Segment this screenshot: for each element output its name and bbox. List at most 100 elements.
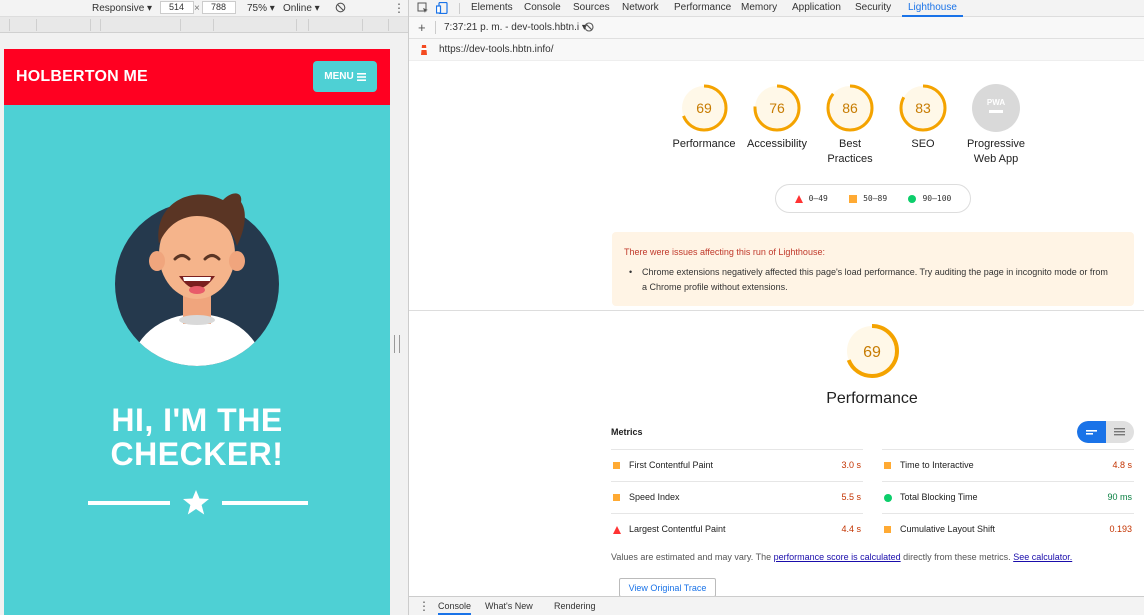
legend-fail: 0–49 <box>794 194 828 203</box>
menu-button[interactable]: MENU <box>313 61 377 92</box>
average-square-icon <box>613 494 620 501</box>
rotate-icon[interactable] <box>335 2 346 16</box>
average-square-icon <box>613 462 620 469</box>
metric-value: 5.5 s <box>841 492 861 502</box>
score-calculated-link[interactable]: performance score is calculated <box>774 552 901 562</box>
new-report-icon[interactable]: + <box>418 20 426 35</box>
performance-score-value: 69 <box>863 344 881 361</box>
clear-icon[interactable] <box>584 22 594 35</box>
metric-row: Cumulative Layout Shift 0.193 <box>882 513 1134 545</box>
inspect-element-icon[interactable] <box>417 2 429 17</box>
metrics-note: Values are estimated and may vary. The p… <box>611 552 1072 562</box>
site-header: HOLBERTON ME MENU <box>4 49 390 105</box>
score-gauge-performance[interactable]: 69 Performance <box>664 83 744 152</box>
drawer-tab-whats-new[interactable]: What's New <box>485 601 533 611</box>
more-options-icon[interactable]: ⋮ <box>393 1 405 15</box>
drawer-tabbar: ⋮ Console What's New Rendering <box>409 596 1144 615</box>
legend-fail-range: 0–49 <box>808 194 828 203</box>
tab-network[interactable]: Network <box>622 0 659 17</box>
site-brand[interactable]: HOLBERTON ME <box>16 68 148 86</box>
device-select[interactable]: Responsive ▾ <box>92 3 152 14</box>
metric-name: Time to Interactive <box>900 460 974 470</box>
star-icon <box>183 490 209 515</box>
avatar-illustration <box>115 193 279 366</box>
score-ring: 83 <box>899 84 947 132</box>
score-value: 76 <box>769 100 785 116</box>
menu-label: MENU <box>324 71 354 82</box>
zoom-select[interactable]: 75% ▾ <box>247 3 275 14</box>
height-input[interactable]: 788 <box>202 1 236 14</box>
legend-average: 50–89 <box>849 194 887 203</box>
warning-title: There were issues affecting this run of … <box>624 247 825 257</box>
tab-security[interactable]: Security <box>855 0 891 17</box>
average-square-icon <box>884 462 891 469</box>
metric-value: 3.0 s <box>841 460 861 470</box>
warning-item: Chrome extensions negatively affected th… <box>629 265 1112 295</box>
score-label: Best Practices <box>827 138 873 165</box>
score-gauge-progressive-web-app[interactable]: PWA Progressive Web App <box>956 83 1036 167</box>
lighthouse-icon <box>419 44 429 59</box>
score-value: 69 <box>696 100 712 116</box>
throttle-label: Online <box>283 3 312 14</box>
score-gauge-best-practices[interactable]: 86 Best Practices <box>810 83 890 167</box>
metric-name: Total Blocking Time <box>900 492 978 502</box>
list-expanded-icon <box>1114 428 1125 436</box>
average-square-icon <box>884 526 891 533</box>
metrics-heading: Metrics <box>611 427 643 437</box>
hero-title: HI, I'M THE CHECKER! <box>4 403 390 471</box>
width-input[interactable]: 514 <box>160 1 194 14</box>
subbar-divider <box>435 21 436 34</box>
see-calculator-link[interactable]: See calculator. <box>1013 552 1072 562</box>
devtools-tabbar: Elements Console Sources Network Perform… <box>409 0 1144 17</box>
performance-score-gauge[interactable]: 69 <box>832 322 912 380</box>
drawer-tab-rendering[interactable]: Rendering <box>554 601 596 611</box>
report-selector-label: 7:37:21 p. m. - dev-tools.hbtn.i <box>444 22 580 33</box>
star-divider <box>88 490 308 515</box>
metric-row: Speed Index 5.5 s <box>611 481 863 513</box>
metric-value: 4.4 s <box>841 524 861 534</box>
legend-pass-range: 90–100 <box>922 194 952 203</box>
drawer-menu-icon[interactable]: ⋮ <box>418 599 430 613</box>
score-gauge-seo[interactable]: 83 SEO <box>883 83 963 152</box>
report-selector[interactable]: 7:37:21 p. m. - dev-tools.hbtn.i ▾ <box>444 22 587 33</box>
score-label: Performance <box>672 138 736 150</box>
drawer-tab-console[interactable]: Console <box>438 601 472 615</box>
lighthouse-toolbar: + 7:37:21 p. m. - dev-tools.hbtn.i ▾ <box>409 17 1144 39</box>
tab-lighthouse[interactable]: Lighthouse <box>902 0 963 17</box>
tab-application[interactable]: Application <box>792 0 841 17</box>
runtime-warning: There were issues affecting this run of … <box>612 232 1134 306</box>
score-value: 83 <box>915 100 931 116</box>
metric-name: Cumulative Layout Shift <box>900 524 996 534</box>
tab-performance[interactable]: Performance <box>674 0 731 17</box>
url-bar: https://dev-tools.hbtn.info/ <box>409 39 1144 61</box>
toggle-compact-view[interactable] <box>1077 421 1106 443</box>
zoom-label: 75% <box>247 3 268 14</box>
tab-elements[interactable]: Elements <box>471 0 513 17</box>
score-label: Progressive Web App <box>966 138 1026 165</box>
tab-memory[interactable]: Memory <box>741 0 777 17</box>
score-ring: 69 <box>680 84 728 132</box>
throttle-select[interactable]: Online ▾ <box>283 3 320 14</box>
metric-name: Largest Contentful Paint <box>629 524 726 534</box>
pass-circle-icon <box>884 494 892 502</box>
performance-title: Performance <box>826 390 918 407</box>
note-text-1: Values are estimated and may vary. The <box>611 552 774 562</box>
note-text-2: directly from these metrics. <box>900 552 1014 562</box>
resize-handle[interactable] <box>394 335 400 353</box>
score-gauge-accessibility[interactable]: 76 Accessibility <box>737 83 817 152</box>
metric-row: Time to Interactive 4.8 s <box>882 449 1134 481</box>
score-label: SEO <box>911 138 935 150</box>
score-value: 86 <box>842 100 858 116</box>
metric-name: First Contentful Paint <box>629 460 714 470</box>
view-original-trace-button[interactable]: View Original Trace <box>619 578 716 597</box>
device-select-label: Responsive <box>92 3 145 14</box>
square-icon <box>849 194 858 203</box>
metric-view-toggle[interactable] <box>1077 421 1134 443</box>
pwa-badge-text: PWA <box>987 98 1005 107</box>
tab-console[interactable]: Console <box>524 0 561 17</box>
tab-sources[interactable]: Sources <box>573 0 610 17</box>
device-toolbar-icon[interactable] <box>435 1 448 17</box>
devtools-panel: Elements Console Sources Network Perform… <box>408 0 1144 615</box>
report-url[interactable]: https://dev-tools.hbtn.info/ <box>439 44 554 55</box>
pwa-icon: PWA <box>972 84 1020 132</box>
